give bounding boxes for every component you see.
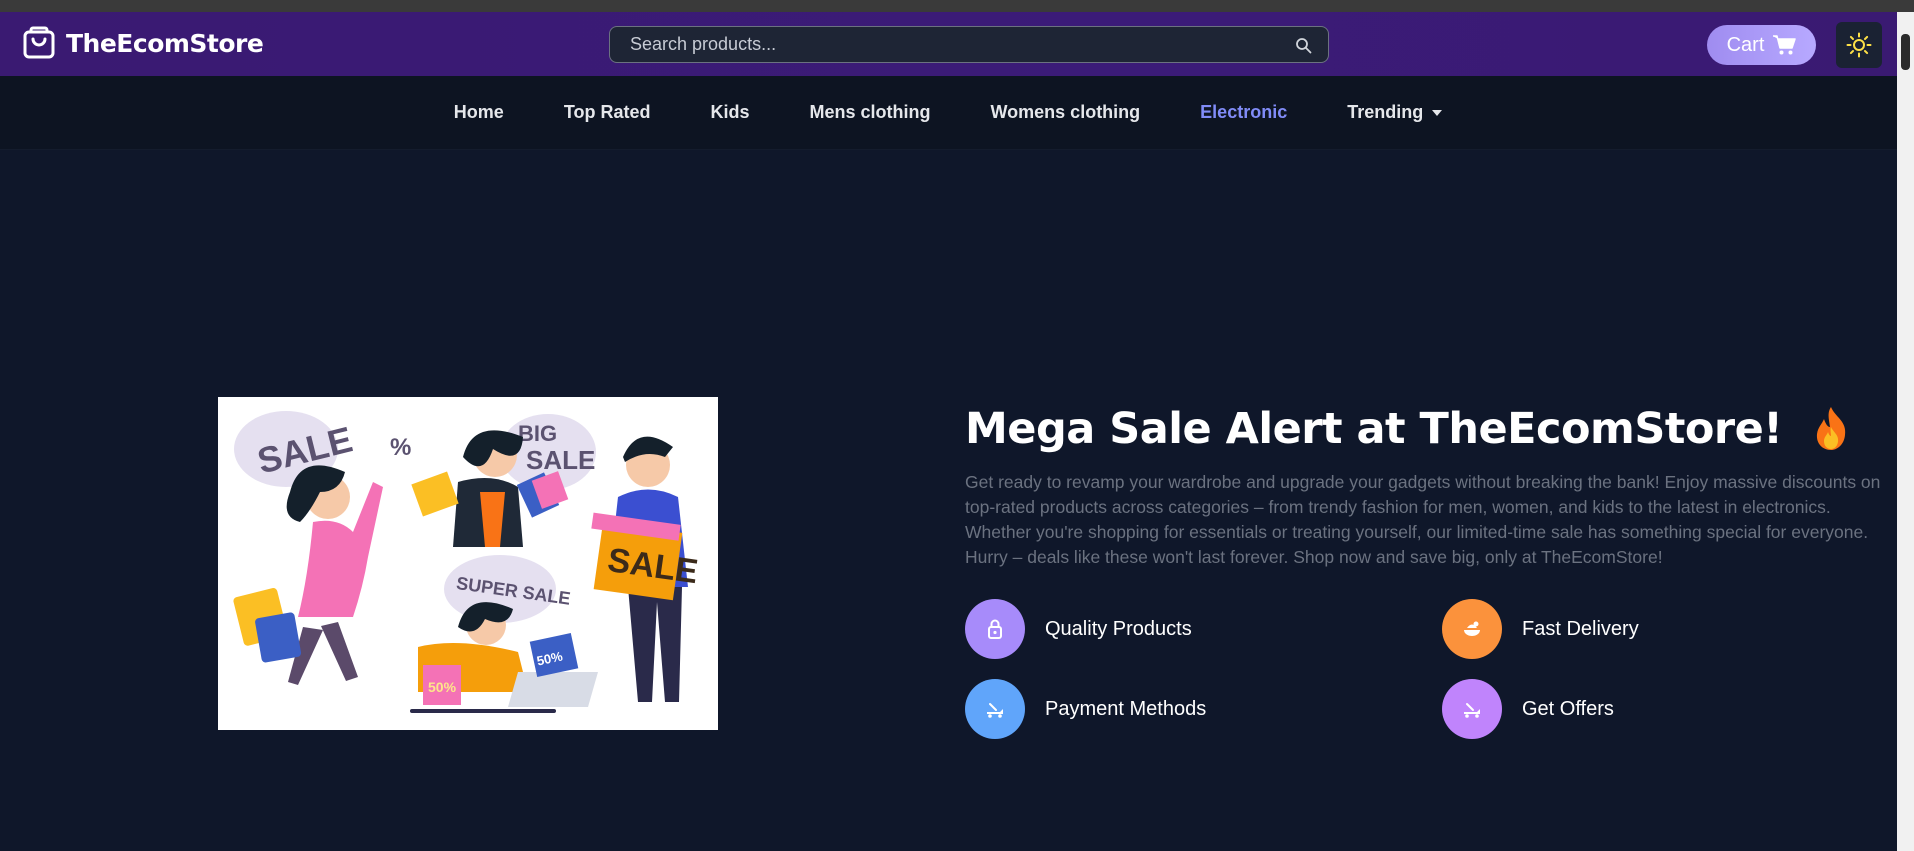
feature-badge-quality: [965, 599, 1025, 659]
caret-down-icon: [1432, 109, 1443, 116]
nav-item-home[interactable]: Home: [454, 102, 504, 123]
feature-badge-delivery: [1442, 599, 1502, 659]
bag-50-text-a: 50%: [428, 679, 457, 695]
sun-icon: [1846, 32, 1872, 58]
search-bar: [609, 26, 1329, 63]
cart-icon: [1773, 35, 1797, 55]
feature-badge-payment: [965, 679, 1025, 739]
shopping-bag-icon: [23, 26, 55, 59]
nav-item-womens-clothing[interactable]: Womens clothing: [991, 102, 1141, 123]
offer-icon: [1464, 703, 1480, 718]
delivery-icon: [987, 703, 1003, 718]
top-header: TheEcomStore Cart: [0, 12, 1897, 76]
feature-payment-methods: Payment Methods: [965, 679, 1206, 739]
hero-title: Mega Sale Alert at TheEcomStore!: [965, 404, 1851, 454]
fire-icon: [1816, 407, 1846, 450]
big-sale-text-2: SALE: [526, 445, 595, 475]
cart-button[interactable]: Cart: [1707, 25, 1816, 65]
hero-sale-illustration: SALE % BIG SALE SUPER SALE SALE 50% 50%: [218, 397, 718, 730]
page-scrollbar[interactable]: [1897, 12, 1914, 851]
feature-label: Quality Products: [1045, 617, 1192, 640]
nav-links: Home Top Rated Kids Mens clothing Womens…: [0, 76, 1897, 149]
big-sale-text-1: BIG: [518, 421, 557, 446]
feature-badge-offers: [1442, 679, 1502, 739]
nav-item-trending[interactable]: Trending: [1347, 102, 1443, 123]
sale-illustration-art: SALE % BIG SALE SUPER SALE SALE 50% 50%: [233, 411, 700, 713]
category-nav: Home Top Rated Kids Mens clothing Womens…: [0, 76, 1897, 150]
hero-description: Get ready to revamp your wardrobe and up…: [965, 472, 1881, 567]
percent-sign: %: [390, 434, 411, 461]
scrollbar-thumb[interactable]: [1901, 34, 1910, 70]
theme-toggle-button[interactable]: [1836, 22, 1882, 68]
hero-title-text: Mega Sale Alert at TheEcomStore!: [965, 404, 1783, 454]
nav-item-electronic[interactable]: Electronic: [1200, 102, 1287, 123]
feature-label: Fast Delivery: [1522, 617, 1639, 640]
feature-label: Get Offers: [1522, 697, 1614, 720]
feature-label: Payment Methods: [1045, 697, 1207, 720]
feature-fast-delivery: Fast Delivery: [1442, 599, 1639, 659]
search-input[interactable]: [610, 27, 1328, 62]
brand-logo[interactable]: TheEcomStore: [22, 26, 264, 60]
feature-get-offers: Get Offers: [1442, 679, 1614, 739]
browser-top-strip: [0, 0, 1914, 12]
search-icon[interactable]: [1295, 37, 1312, 54]
nav-item-top-rated[interactable]: Top Rated: [564, 102, 651, 123]
cart-label: Cart: [1726, 33, 1765, 56]
nav-item-mens-clothing[interactable]: Mens clothing: [810, 102, 931, 123]
feature-quality-products: Quality Products: [965, 599, 1192, 659]
lock-icon: [988, 619, 1002, 639]
nav-item-trending-label: Trending: [1347, 102, 1424, 122]
nav-item-kids[interactable]: Kids: [710, 102, 749, 123]
brand-name: TheEcomStore: [66, 28, 264, 58]
food-icon: [1464, 621, 1480, 636]
